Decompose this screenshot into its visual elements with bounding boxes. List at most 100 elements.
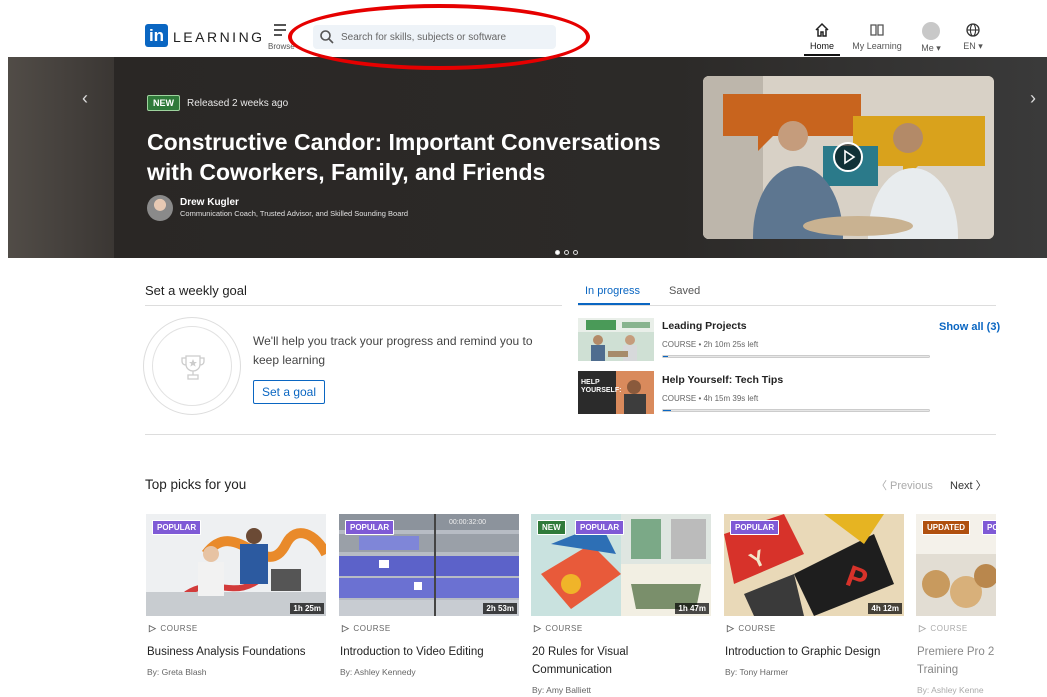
duration-badge: 2h 53m (483, 603, 517, 614)
hero-prev-slide-preview (8, 57, 118, 258)
course-title[interactable]: Introduction to Graphic Design (725, 643, 903, 661)
course-type-label: COURSE (738, 624, 776, 633)
nav-home-label: Home (809, 41, 834, 51)
popular-badge: POPULAR (345, 520, 395, 535)
leading-projects-image (578, 318, 654, 361)
course-type-label: COURSE (930, 624, 968, 633)
course-author: By: Amy Balliett (532, 685, 592, 695)
play-icon (844, 149, 856, 165)
in-progress-meta: COURSE • 4h 15m 39s left (662, 394, 759, 403)
set-goal-button[interactable]: Set a goal (253, 380, 325, 404)
course-type-label: COURSE (353, 624, 391, 633)
course-type: ▷ COURSE (342, 623, 391, 634)
course-author: By: Ashley Kennedy (340, 667, 416, 677)
play-icon: ▷ (342, 623, 350, 633)
nav-my-learning-label: My Learning (852, 41, 902, 51)
linkedin-logo[interactable]: in (145, 24, 168, 47)
carousel-prev-icon[interactable]: ‹ (82, 88, 88, 109)
top-picks-title: Top picks for you (145, 477, 247, 492)
course-card[interactable]: POPULAR 1h 25m ▷ COURSE Business Analysis… (146, 514, 326, 697)
instructor-avatar (147, 195, 173, 221)
tab-active-indicator (578, 303, 650, 305)
course-title[interactable]: 20 Rules for Visual Communication (532, 643, 710, 679)
goal-description: We'll help you track your progress and r… (253, 334, 533, 367)
browse-label: Browse (268, 42, 295, 51)
course-type: ▷ COURSE (727, 623, 776, 634)
carousel-dot[interactable] (573, 250, 578, 255)
course-author: By: Tony Harmer (725, 667, 789, 677)
hero-course-title[interactable]: Constructive Candor: Important Conversat… (147, 127, 687, 187)
learning-logo-text[interactable]: LEARNING (173, 29, 265, 45)
play-icon: ▷ (919, 623, 927, 633)
globe-icon (966, 23, 980, 37)
course-thumbnail[interactable]: Y P POPULAR 4h 12m (724, 514, 904, 616)
tab-saved[interactable]: Saved (669, 285, 700, 297)
carousel-indicators[interactable] (555, 242, 587, 255)
play-button[interactable] (833, 142, 863, 172)
duration-badge: 4h 12m (868, 603, 902, 614)
divider (145, 434, 996, 435)
updated-badge: UPDATED (922, 520, 971, 535)
search-icon (320, 30, 334, 44)
in-progress-title[interactable]: Leading Projects (662, 320, 747, 332)
carousel-dot[interactable] (564, 250, 569, 255)
course-thumbnail[interactable]: NEW POPULAR 1h 47m (531, 514, 711, 616)
instructor-name[interactable]: Drew Kugler (180, 197, 239, 208)
new-badge: NEW (147, 95, 180, 111)
course-card[interactable]: Y P POPULAR 4h 12m ▷ COURSE Introduction … (724, 514, 904, 697)
carousel-next-icon[interactable]: › (1030, 88, 1036, 109)
weekly-goal-title: Set a weekly goal (145, 283, 247, 298)
search-input[interactable] (341, 25, 551, 49)
tab-in-progress[interactable]: In progress (585, 285, 640, 297)
nav-home[interactable]: Home (804, 22, 840, 56)
course-type-label: COURSE (545, 624, 583, 633)
in-progress-meta: COURSE • 2h 10m 25s left (662, 340, 759, 349)
in-progress-title[interactable]: Help Yourself: Tech Tips (662, 374, 783, 386)
play-icon: ▷ (149, 623, 157, 633)
search-bar[interactable] (313, 25, 556, 49)
progress-bar (662, 409, 930, 412)
course-thumbnail[interactable]: POPULAR 1h 25m (146, 514, 326, 616)
show-all-link[interactable]: Show all (3) (939, 321, 1000, 333)
popular-badge: PO (982, 520, 996, 535)
course-card[interactable]: 00:00:32:00 POPULAR 2h 53m ▷ COURSE Intro… (339, 514, 519, 697)
nav-my-learning[interactable]: My Learning (845, 22, 909, 51)
course-card[interactable]: NEW POPULAR 1h 47m ▷ COURSE 20 Rules for … (531, 514, 711, 697)
course-title[interactable]: Business Analysis Foundations (147, 643, 325, 661)
previous-button[interactable]: 〈 Previous (876, 477, 933, 493)
browse-button[interactable]: Browse (266, 22, 295, 52)
course-thumbnail[interactable]: 00:00:32:00 POPULAR 2h 53m (339, 514, 519, 616)
popular-badge: POPULAR (575, 520, 625, 535)
course-author: By: Ashley Kenne (917, 685, 984, 695)
course-thumbnail[interactable] (578, 318, 654, 361)
nav-language[interactable]: EN ▾ (955, 22, 991, 52)
course-author: By: Greta Blash (147, 667, 207, 677)
play-icon: ▷ (534, 623, 542, 633)
timecode: 00:00:32:00 (449, 519, 486, 526)
popular-badge: POPULAR (730, 520, 780, 535)
goal-ring (143, 317, 241, 415)
trophy-icon (181, 355, 205, 380)
course-card[interactable]: UPDATED PO ▷ COURSE Premiere Pro 2 Traini… (916, 514, 996, 697)
tabs-divider (578, 305, 996, 306)
nav-language-label: EN ▾ (963, 41, 983, 51)
duration-badge: 1h 25m (290, 603, 324, 614)
nav-me-label: Me ▾ (921, 43, 941, 53)
progress-bar (662, 355, 930, 358)
course-type: ▷ COURSE (149, 623, 198, 634)
play-icon: ▷ (727, 623, 735, 633)
next-button[interactable]: Next 〉 (950, 477, 987, 493)
course-title[interactable]: Introduction to Video Editing (340, 643, 518, 661)
course-title[interactable]: Premiere Pro 2 Training (917, 643, 996, 679)
course-type: ▷ COURSE (534, 623, 583, 634)
course-thumbnail[interactable]: HELP YOURSELF: (578, 371, 654, 414)
home-icon (815, 22, 829, 37)
new-badge: NEW (537, 520, 566, 535)
divider (145, 305, 562, 306)
carousel-dot[interactable] (555, 250, 560, 255)
course-thumbnail[interactable]: UPDATED PO (916, 514, 996, 616)
course-type: ▷ COURSE (919, 623, 968, 634)
nav-me[interactable]: Me ▾ (913, 22, 949, 54)
progress-fill (663, 410, 671, 411)
avatar (922, 22, 940, 40)
